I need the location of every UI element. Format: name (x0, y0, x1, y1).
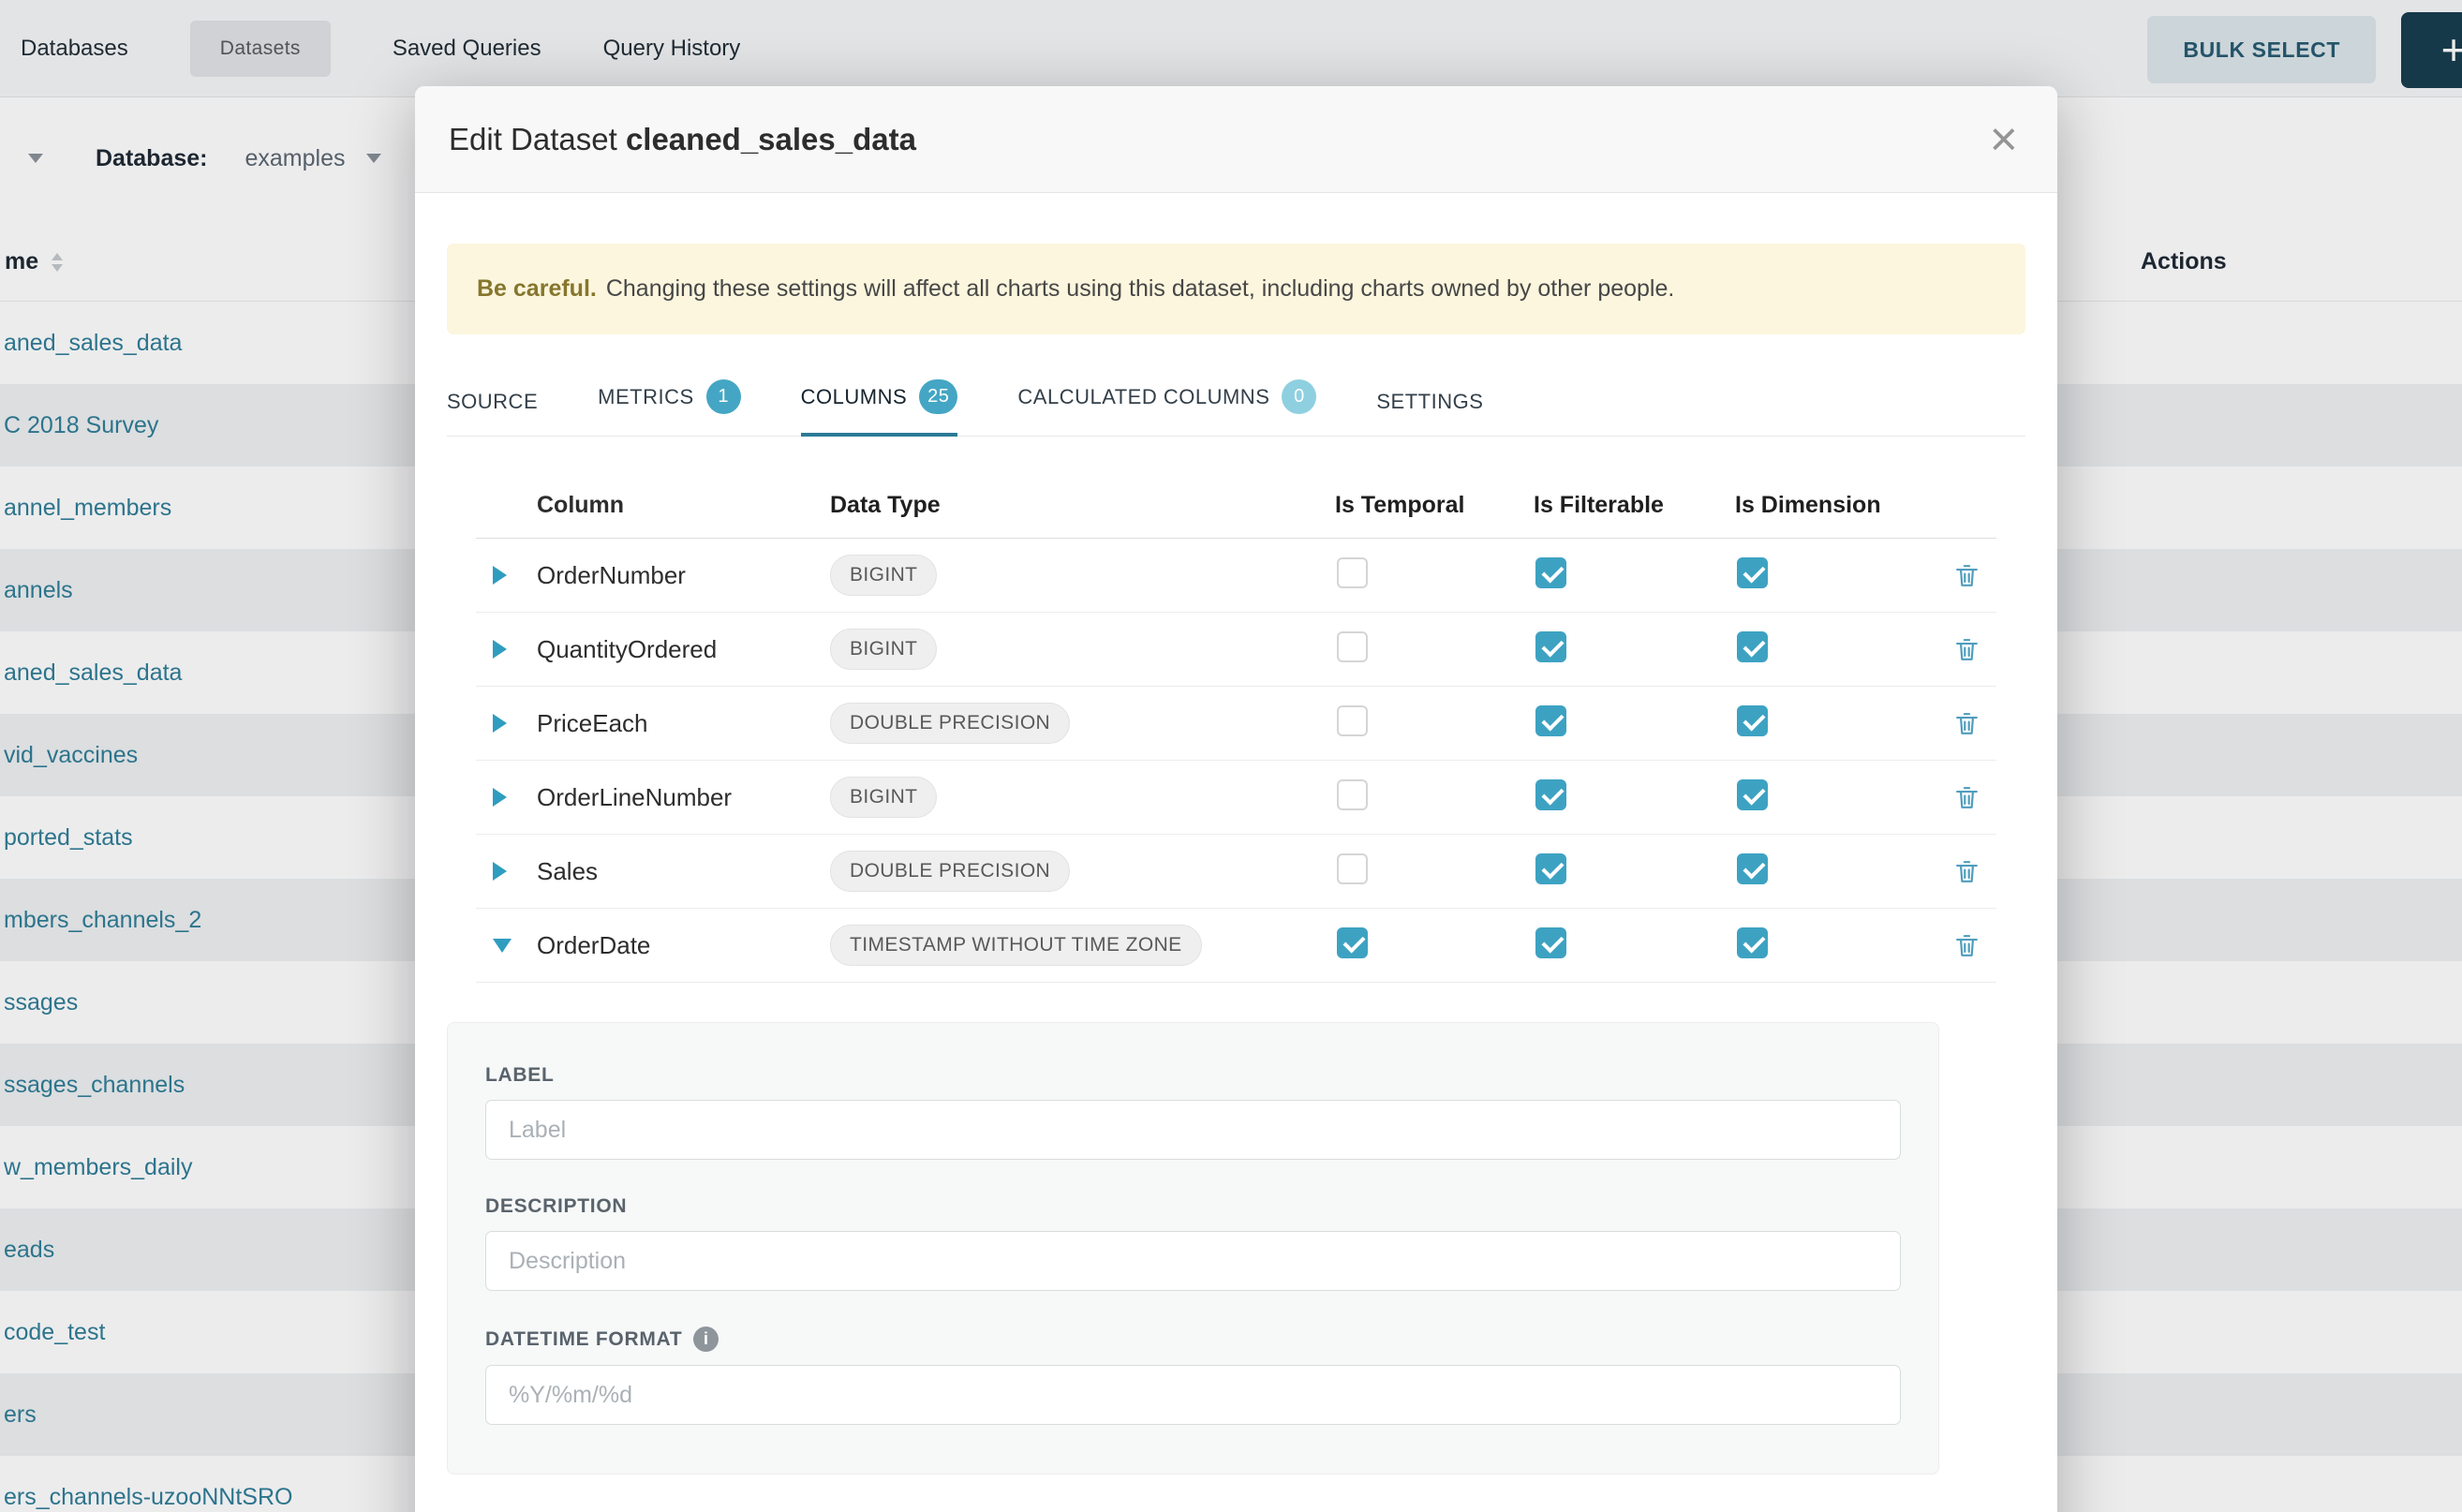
column-name: Sales (537, 857, 830, 886)
tab-columns[interactable]: COLUMNS 25 (801, 379, 958, 437)
modal-header: Edit Dataset cleaned_sales_data × (415, 86, 2057, 193)
tab-label: SOURCE (447, 390, 538, 414)
header-data-type: Data Type (830, 492, 1335, 519)
delete-column-button[interactable] (1952, 709, 1981, 738)
is-filterable-checkbox[interactable] (1535, 779, 1566, 810)
edit-dataset-modal: Edit Dataset cleaned_sales_data × Be car… (415, 86, 2057, 1512)
warning-banner: Be careful. Changing these settings will… (447, 244, 2025, 334)
is-filterable-checkbox[interactable] (1535, 927, 1566, 958)
data-type-pill: BIGINT (830, 629, 937, 670)
modal-title-prefix: Edit Dataset (449, 122, 617, 156)
is-filterable-checkbox[interactable] (1535, 557, 1566, 588)
is-temporal-checkbox[interactable] (1337, 779, 1368, 810)
tab-calculated-columns[interactable]: CALCULATED COLUMNS 0 (1017, 379, 1316, 437)
column-name: OrderNumber (537, 561, 830, 590)
delete-column-button[interactable] (1952, 857, 1981, 886)
datetime-format-field-group: DATETIME FORMAT i (485, 1327, 1901, 1425)
columns-count-badge: 25 (919, 379, 957, 414)
label-field-group: LABEL (485, 1064, 1901, 1160)
is-temporal-checkbox[interactable] (1337, 631, 1368, 662)
is-dimension-checkbox[interactable] (1737, 705, 1768, 736)
tab-label: CALCULATED COLUMNS (1017, 385, 1269, 409)
is-temporal-checkbox[interactable] (1337, 705, 1368, 736)
tab-settings[interactable]: SETTINGS (1376, 390, 1483, 437)
data-type-pill: DOUBLE PRECISION (830, 851, 1070, 892)
tab-metrics[interactable]: METRICS 1 (598, 379, 741, 437)
is-filterable-checkbox[interactable] (1535, 853, 1566, 884)
columns-table: Column Data Type Is Temporal Is Filterab… (476, 472, 1996, 983)
is-filterable-checkbox[interactable] (1535, 705, 1566, 736)
column-name: QuantityOrdered (537, 635, 830, 664)
modal-title: Edit Dataset cleaned_sales_data (449, 122, 916, 157)
is-temporal-checkbox[interactable] (1337, 557, 1368, 588)
columns-table-body: OrderNumber BIGINT QuantityOrdered BIGIN… (476, 539, 1996, 983)
is-dimension-checkbox[interactable] (1737, 853, 1768, 884)
info-icon[interactable]: i (693, 1327, 719, 1352)
column-row: Sales DOUBLE PRECISION (476, 835, 1996, 909)
expand-caret-icon[interactable] (493, 566, 507, 585)
label-field-label: LABEL (485, 1064, 1901, 1087)
data-type-pill: TIMESTAMP WITHOUT TIME ZONE (830, 925, 1202, 966)
column-row: OrderDate TIMESTAMP WITHOUT TIME ZONE (476, 909, 1996, 983)
description-input[interactable] (485, 1231, 1901, 1291)
expand-caret-icon[interactable] (493, 788, 507, 807)
tab-source[interactable]: SOURCE (447, 390, 538, 437)
tab-label: COLUMNS (801, 385, 908, 409)
expand-caret-icon[interactable] (493, 640, 507, 659)
tab-label: METRICS (598, 385, 694, 409)
expand-caret-icon[interactable] (493, 939, 512, 953)
is-dimension-checkbox[interactable] (1737, 779, 1768, 810)
is-temporal-checkbox[interactable] (1337, 853, 1368, 884)
is-dimension-checkbox[interactable] (1737, 631, 1768, 662)
data-type-pill: DOUBLE PRECISION (830, 703, 1070, 744)
data-type-pill: BIGINT (830, 777, 937, 818)
column-detail-panel: LABEL DESCRIPTION DATETIME FORMAT i (447, 1022, 1939, 1475)
header-is-filterable: Is Filterable (1534, 492, 1735, 519)
warning-bold-text: Be careful. (477, 275, 597, 303)
column-row: PriceEach DOUBLE PRECISION (476, 687, 1996, 761)
metrics-count-badge: 1 (706, 379, 741, 414)
calculated-columns-count-badge: 0 (1282, 379, 1316, 414)
header-column: Column (537, 492, 830, 519)
is-dimension-checkbox[interactable] (1737, 557, 1768, 588)
column-name: OrderDate (537, 931, 830, 960)
is-dimension-checkbox[interactable] (1737, 927, 1768, 958)
expand-caret-icon[interactable] (493, 714, 507, 733)
column-row: QuantityOrdered BIGINT (476, 613, 1996, 687)
is-temporal-checkbox[interactable] (1337, 927, 1368, 958)
datetime-format-input[interactable] (485, 1365, 1901, 1425)
column-name: PriceEach (537, 709, 830, 738)
column-name: OrderLineNumber (537, 783, 830, 812)
modal-body: Be careful. Changing these settings will… (415, 244, 2057, 1475)
expand-caret-icon[interactable] (493, 862, 507, 881)
is-filterable-checkbox[interactable] (1535, 631, 1566, 662)
column-row: OrderNumber BIGINT (476, 539, 1996, 613)
description-field-group: DESCRIPTION (485, 1195, 1901, 1291)
header-is-dimension: Is Dimension (1735, 492, 1941, 519)
modal-tabs: SOURCE METRICS 1 COLUMNS 25 CALCULATED C… (447, 379, 2025, 437)
tab-label: SETTINGS (1376, 390, 1483, 414)
data-type-pill: BIGINT (830, 555, 937, 596)
delete-column-button[interactable] (1952, 783, 1981, 812)
modal-title-dataset-name: cleaned_sales_data (626, 122, 916, 156)
column-row: OrderLineNumber BIGINT (476, 761, 1996, 835)
delete-column-button[interactable] (1952, 561, 1981, 590)
close-icon[interactable]: × (1984, 115, 2024, 164)
label-input[interactable] (485, 1100, 1901, 1160)
delete-column-button[interactable] (1952, 931, 1981, 960)
delete-column-button[interactable] (1952, 635, 1981, 664)
description-field-label: DESCRIPTION (485, 1195, 1901, 1218)
warning-text: Changing these settings will affect all … (606, 275, 1675, 303)
header-is-temporal: Is Temporal (1335, 492, 1534, 519)
datetime-format-field-label: DATETIME FORMAT i (485, 1327, 1901, 1352)
columns-table-header: Column Data Type Is Temporal Is Filterab… (476, 472, 1996, 539)
